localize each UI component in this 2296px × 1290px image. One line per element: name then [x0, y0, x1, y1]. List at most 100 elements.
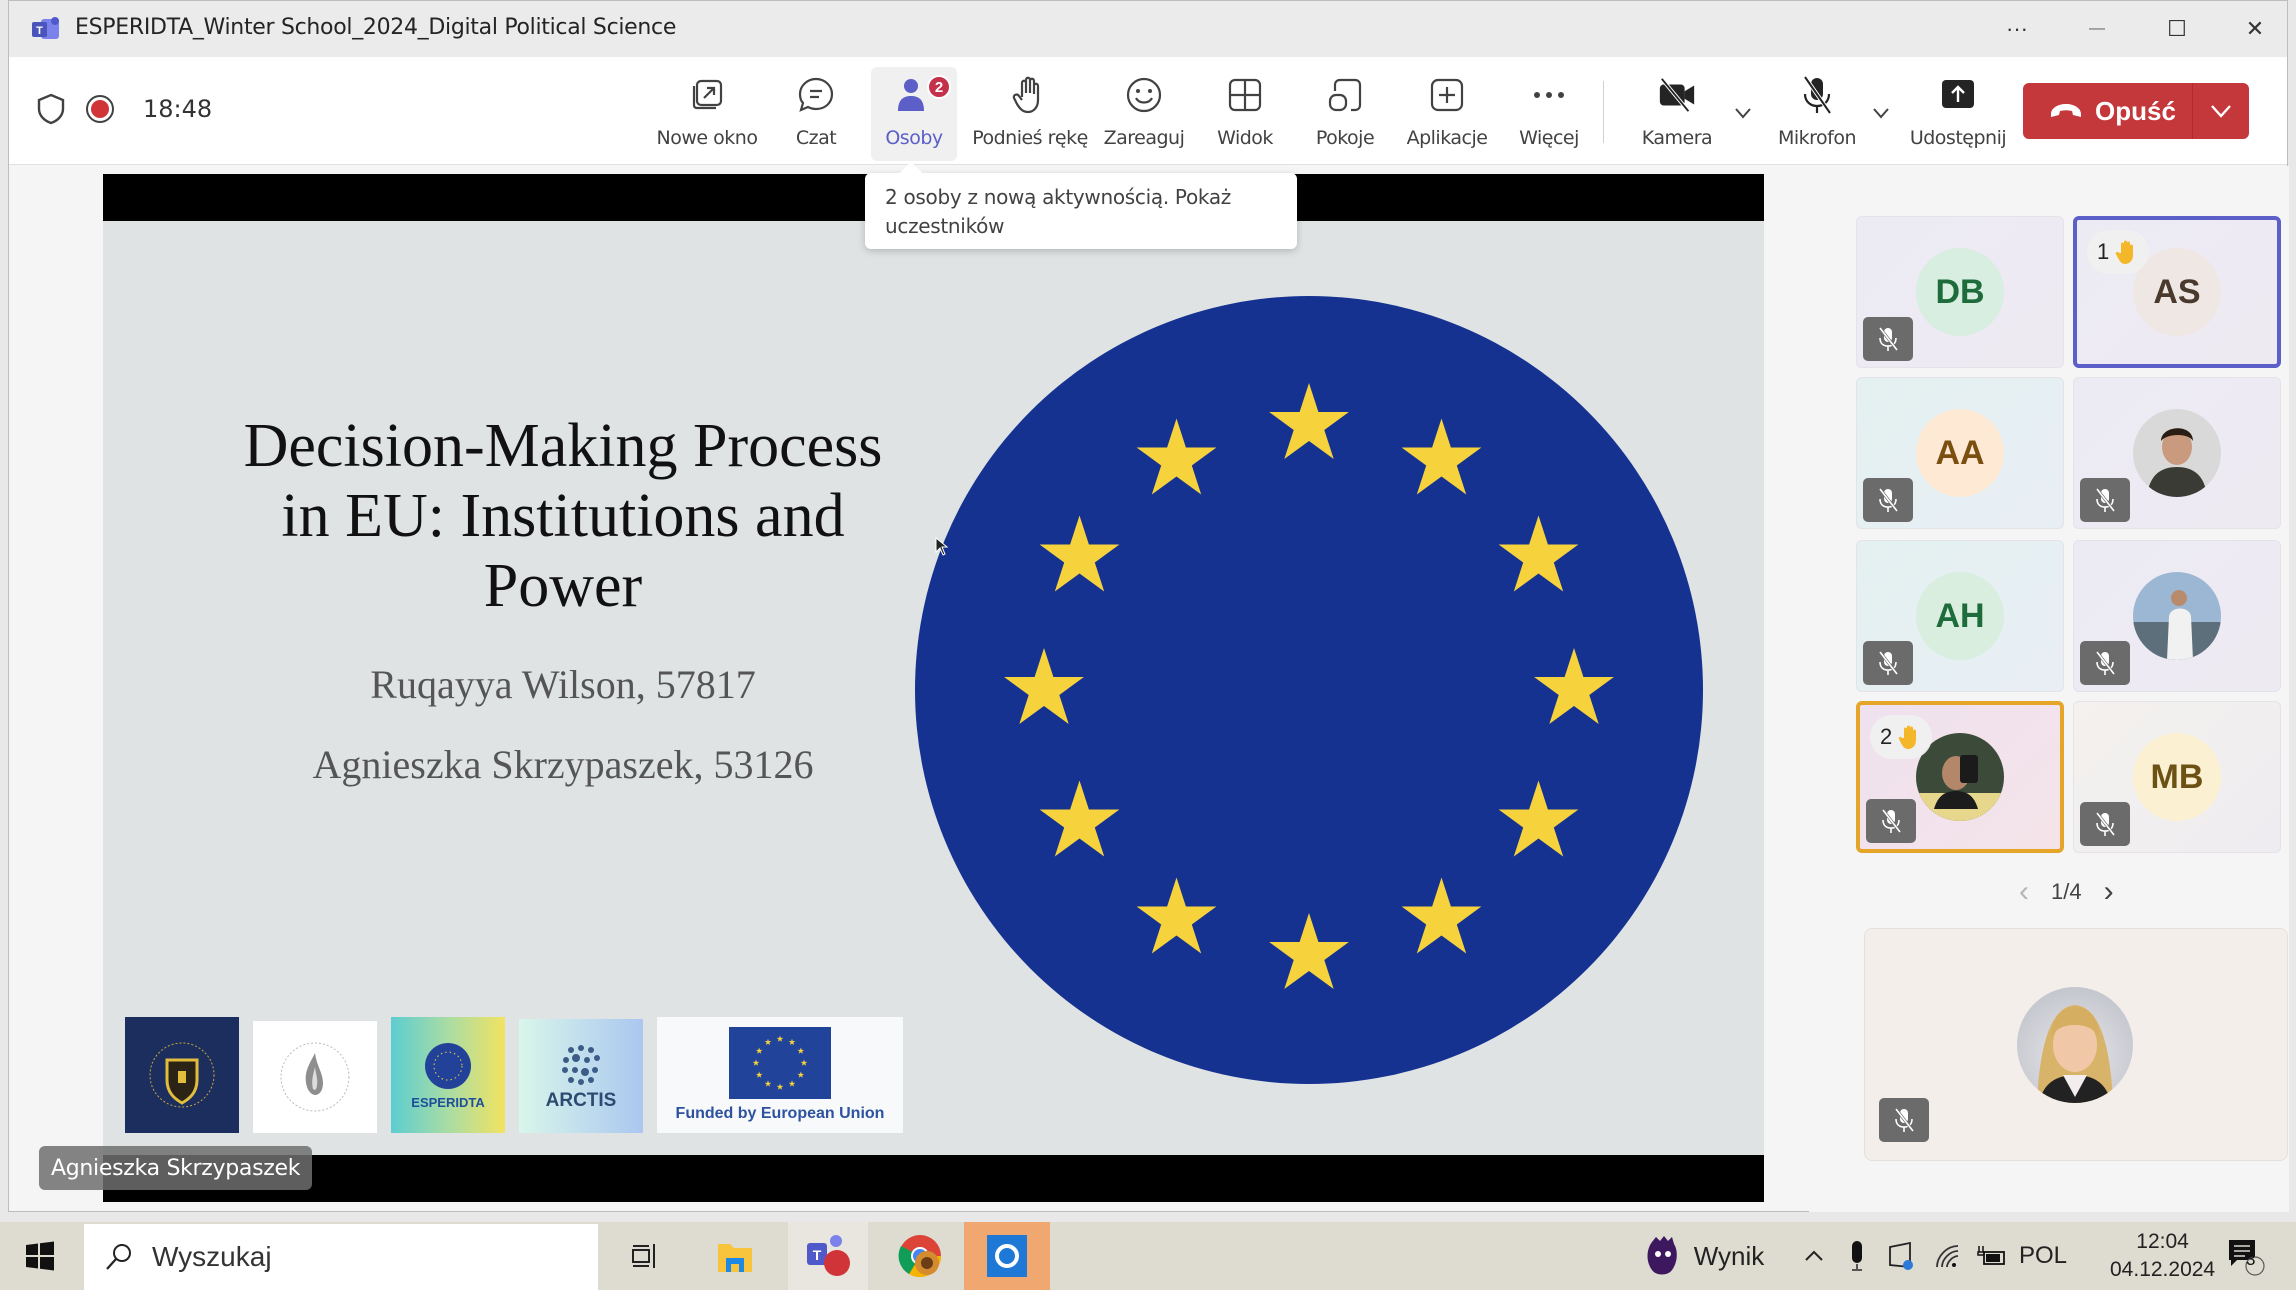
svg-text:T: T	[36, 25, 43, 37]
previous-page-button[interactable]: ‹	[2019, 875, 2029, 909]
participants-pager: ‹ 1/4 ›	[2019, 875, 2114, 909]
slide-author-1: Ruqayya Wilson, 57817	[370, 662, 756, 707]
mic-off-icon	[1878, 488, 1899, 512]
title-bar: T ESPERIDTA_Winter School_2024_Digital P…	[9, 1, 2287, 57]
close-button[interactable]: ✕	[2225, 9, 2285, 49]
pop-out-icon	[687, 75, 727, 115]
share-icon	[1938, 75, 1978, 115]
share-button[interactable]: Udostępnij	[1903, 67, 2013, 161]
meeting-timer: 18:48	[143, 95, 213, 123]
task-view-button[interactable]	[614, 1222, 674, 1290]
windows-taskbar: Wyszukaj T Wynik POL 12:04 04.12.2024 3	[0, 1222, 2296, 1290]
participant-avatar-initials: DB	[1916, 248, 2004, 336]
participant-tile[interactable]: AH	[1856, 540, 2064, 692]
maximize-button[interactable]: ☐	[2147, 9, 2207, 49]
participant-tile[interactable]	[2073, 377, 2281, 529]
teams-taskbar-button[interactable]: T	[788, 1222, 868, 1290]
raised-hand-badge: 1	[2087, 230, 2150, 274]
raised-hand-icon	[1899, 725, 1917, 749]
slide-title: Decision-Making Process in EU: Instituti…	[243, 412, 883, 620]
muted-indicator	[2080, 802, 2130, 846]
leave-button-group: Opuść	[2023, 83, 2249, 139]
microphone-button[interactable]: Mikrofon	[1765, 67, 1869, 161]
microphone-tray-icon[interactable]	[1842, 1222, 1872, 1290]
chrome-taskbar-button[interactable]	[880, 1222, 960, 1290]
apps-button[interactable]: Aplikacje	[1399, 67, 1495, 161]
plus-box-icon	[1427, 75, 1467, 115]
people-activity-tooltip[interactable]: 2 osoby z nową aktywnością. Pokaż uczest…	[865, 173, 1297, 249]
shield-icon[interactable]	[37, 93, 65, 125]
camera-button[interactable]: Kamera	[1629, 67, 1725, 161]
participant-tile[interactable]	[2073, 540, 2281, 692]
wifi-icon	[1936, 1245, 1959, 1268]
raised-hand-order: 2	[1880, 724, 1893, 749]
people-badge: 2	[927, 75, 951, 99]
mic-off-icon	[1894, 1108, 1915, 1132]
file-explorer-button[interactable]	[700, 1222, 770, 1290]
participant-tile[interactable]: AS 1	[2073, 216, 2281, 368]
leave-options-chevron[interactable]	[2193, 104, 2249, 118]
taskbar-clock[interactable]: 12:04 04.12.2024	[2110, 1228, 2215, 1284]
people-button[interactable]: 2 Osoby	[871, 67, 957, 161]
teams-app-icon: T	[807, 1235, 850, 1276]
window-title: ESPERIDTA_Winter School_2024_Digital Pol…	[75, 15, 677, 40]
muted-indicator	[1866, 799, 1916, 843]
next-page-button[interactable]: ›	[2104, 875, 2114, 909]
participant-tile[interactable]: DB	[1856, 216, 2064, 368]
participant-tile[interactable]: MB	[2073, 701, 2281, 853]
muted-indicator	[2080, 641, 2130, 685]
arctis-logo: ARCTIS	[519, 1019, 643, 1133]
more-button[interactable]: Więcej	[1509, 67, 1589, 161]
taskbar-search-box[interactable]: Wyszukaj	[84, 1224, 598, 1290]
notification-center-button[interactable]: 3	[2220, 1222, 2270, 1290]
slide-author-2: Agnieszka Skrzypaszek, 53126	[312, 742, 814, 787]
wifi-tray-icon[interactable]	[1928, 1222, 1968, 1290]
camera-off-icon	[1657, 75, 1697, 115]
svg-text:T: T	[813, 1247, 822, 1263]
muted-indicator	[1863, 478, 1913, 522]
windows-logo-icon	[26, 1241, 54, 1271]
chevron-up-icon	[1805, 1250, 1823, 1261]
eu-flag-graphic	[915, 296, 1703, 1084]
chat-button[interactable]: Czat	[779, 67, 853, 161]
chrome-icon	[898, 1235, 942, 1278]
sponsor-logos: ESPERIDTA ARCTIS Funded by European Unio…	[125, 1017, 903, 1137]
rooms-button[interactable]: Pokoje	[1305, 67, 1385, 161]
participant-avatar-initials: MB	[2133, 733, 2221, 821]
participant-avatar-initials: AA	[1916, 409, 2004, 497]
active-app-taskbar-button[interactable]	[964, 1222, 1050, 1290]
raised-hand-order: 1	[2097, 239, 2110, 264]
muted-indicator	[1863, 317, 1913, 361]
view-button[interactable]: Widok	[1205, 67, 1285, 161]
participant-avatar-photo	[2133, 572, 2221, 660]
close-icon: ✕	[2245, 16, 2265, 41]
microphone-icon	[1852, 1241, 1862, 1271]
participant-avatar-initials: AH	[1916, 572, 2004, 660]
participant-tile[interactable]: 2	[1856, 701, 2064, 853]
minimize-icon: —	[2089, 20, 2105, 37]
start-button[interactable]	[0, 1222, 80, 1290]
self-view-tile[interactable]	[1864, 928, 2288, 1161]
minimize-button[interactable]: —	[2067, 9, 2127, 49]
battery-tray-icon[interactable]	[1972, 1222, 2012, 1290]
language-indicator[interactable]: POL	[2018, 1222, 2068, 1290]
chat-icon	[796, 75, 836, 115]
react-button[interactable]: Zareaguj	[1099, 67, 1189, 161]
task-view-icon	[632, 1244, 655, 1268]
display-tray-icon[interactable]	[1880, 1222, 1922, 1290]
mic-off-icon	[2095, 488, 2116, 512]
more-options-button[interactable]: ···	[1987, 9, 2047, 49]
participant-tile[interactable]: AA	[1856, 377, 2064, 529]
new-window-button[interactable]: Nowe okno	[643, 67, 771, 161]
camera-options-chevron[interactable]	[1731, 101, 1755, 125]
maximize-icon: ☐	[2167, 16, 2187, 41]
search-icon	[106, 1244, 131, 1270]
hang-up-icon	[2051, 104, 2081, 117]
microphone-options-chevron[interactable]	[1869, 101, 1893, 125]
score-widget[interactable]: Wynik	[1628, 1222, 1778, 1290]
show-hidden-icons-button[interactable]	[1796, 1222, 1832, 1290]
mic-off-icon	[2095, 812, 2116, 836]
raise-hand-button[interactable]: Podnieś rękę	[971, 67, 1089, 161]
smiley-icon	[1124, 75, 1164, 115]
leave-button[interactable]: Opuść	[2023, 83, 2193, 139]
